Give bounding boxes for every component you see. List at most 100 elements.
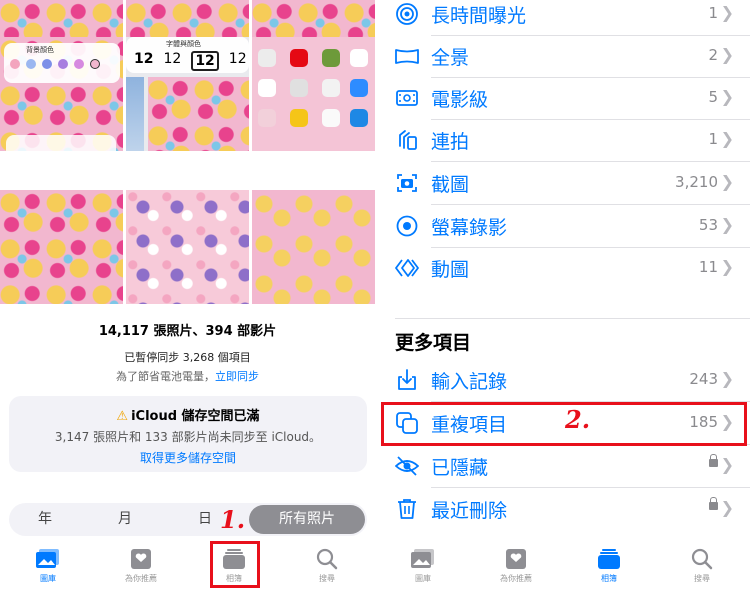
lock-icon: [709, 454, 718, 467]
burst-icon: [395, 128, 419, 152]
photo-library-icon: [410, 548, 436, 570]
photo-thumbnail-bg-color[interactable]: 背景顏色: [0, 37, 123, 151]
icloud-alert-title: ⚠ iCloud 儲存空間已滿: [9, 405, 367, 424]
media-type-label: 螢幕錄影: [431, 217, 508, 239]
more-item-label: 輸入記錄: [431, 371, 508, 393]
app-icon: [322, 109, 340, 127]
tab-library-label: 圖庫: [415, 574, 431, 583]
photo-thumbnail[interactable]: [126, 190, 249, 304]
app-icon: [350, 49, 368, 67]
media-type-row[interactable]: 長時間曝光 1 ❯: [375, 0, 750, 36]
app-icon: [322, 79, 340, 97]
for-you-icon: [503, 548, 529, 570]
tab-for-you[interactable]: 為你推薦: [101, 548, 181, 584]
lock-icon: [709, 497, 718, 510]
chevron-right-icon: ❯: [720, 3, 734, 22]
color-swatch: [90, 59, 100, 69]
chevron-right-icon: ❯: [720, 172, 734, 191]
tab-library[interactable]: 圖庫: [8, 548, 88, 584]
sync-reason: 為了節省電池電量，立即同步: [0, 368, 375, 384]
tab-search-label: 搜尋: [319, 574, 335, 583]
library-summary: 14,117 張照片、394 部影片 已暫停同步 3,268 個項目 為了節省電…: [0, 320, 375, 384]
albums-screen: 長時間曝光 1 ❯ 全景 2 ❯ 電影級 5 ❯ 連拍 1 ❯ 截圖 3,210…: [375, 0, 750, 600]
chevron-right-icon: ❯: [720, 45, 734, 64]
chevron-right-icon: ❯: [720, 498, 734, 517]
media-type-row[interactable]: 截圖 3,210 ❯: [375, 163, 750, 205]
segment-months[interactable]: 月: [105, 503, 145, 536]
clock-digit: 12: [163, 51, 182, 67]
chevron-right-icon: ❯: [720, 87, 734, 106]
media-type-label: 電影級: [431, 89, 489, 111]
library-screen: 背景顏色 字體與顏色 12 12 12 12 14,117 張照片、394 部影…: [0, 0, 375, 600]
search-icon: [314, 548, 340, 570]
media-type-row[interactable]: 動圖 11 ❯: [375, 248, 750, 290]
media-type-label: 截圖: [431, 174, 470, 196]
animated-icon: [395, 256, 419, 280]
segment-all-photos[interactable]: 所有照片: [249, 505, 365, 534]
tab-library-label: 圖庫: [40, 574, 56, 583]
media-type-count: 1: [708, 130, 718, 148]
section-separator: [395, 318, 750, 319]
app-icon: [290, 109, 308, 127]
row-separator: [431, 161, 750, 162]
albums-icon: [596, 548, 622, 570]
trash-icon: [395, 497, 419, 521]
tab-for-you-label: 為你推薦: [500, 574, 532, 583]
more-item-row[interactable]: 已隱藏 ❯: [375, 446, 750, 488]
media-type-row[interactable]: 全景 2 ❯: [375, 36, 750, 78]
photo-grid: 背景顏色 字體與顏色 12 12 12 12: [0, 0, 375, 304]
tab-search[interactable]: 搜尋: [287, 548, 367, 584]
annotation-highlight-duplicates: [381, 402, 747, 446]
icloud-storage-alert: ⚠ iCloud 儲存空間已滿 3,147 張照片和 133 部影片尚未同步至 i…: [9, 396, 367, 472]
sync-now-link[interactable]: 立即同步: [215, 370, 259, 383]
tab-albums-label: 相簿: [601, 574, 617, 583]
sync-reason-text: 為了節省電池電量，: [116, 370, 215, 383]
clock-font-card: 字體與顏色 12 12 12 12: [126, 37, 249, 73]
get-more-storage-link[interactable]: 取得更多儲存空間: [9, 449, 367, 466]
segment-years[interactable]: 年: [25, 503, 65, 536]
app-icon: [290, 79, 308, 97]
row-separator: [431, 487, 750, 488]
more-item-row[interactable]: 最近刪除 ❯: [375, 489, 750, 531]
tab-for-you[interactable]: 為你推薦: [476, 548, 556, 584]
clock-font-title: 字體與顏色: [166, 40, 201, 48]
tab-library[interactable]: 圖庫: [383, 548, 463, 584]
icloud-alert-title-text: iCloud 儲存空間已滿: [131, 409, 260, 424]
photo-thumbnail[interactable]: [252, 190, 375, 304]
media-type-row[interactable]: 連拍 1 ❯: [375, 120, 750, 162]
cinematic-icon: [395, 86, 419, 110]
media-type-label: 連拍: [431, 131, 470, 153]
chevron-right-icon: ❯: [720, 455, 734, 474]
photo-thumbnail-clock[interactable]: 字體與顏色 12 12 12 12: [126, 37, 249, 151]
panorama-icon: [395, 44, 419, 68]
chevron-right-icon: ❯: [720, 257, 734, 276]
bg-color-card: 背景顏色: [4, 43, 120, 83]
tab-search[interactable]: 搜尋: [662, 548, 742, 584]
tab-bar: 圖庫 為你推薦 相簿 搜尋: [0, 542, 375, 600]
for-you-icon: [128, 548, 154, 570]
media-type-count: 53: [698, 216, 718, 234]
pattern-preview: [148, 77, 249, 151]
color-swatch: [26, 59, 36, 69]
more-item-row[interactable]: 輸入記錄 243 ❯: [375, 360, 750, 402]
chevron-right-icon: ❯: [720, 215, 734, 234]
more-items-section-title: 更多項目: [395, 332, 472, 354]
widget-preview: [6, 135, 116, 151]
warning-icon: ⚠: [116, 409, 129, 424]
more-item-label: 最近刪除: [431, 500, 508, 522]
tab-for-you-label: 為你推薦: [125, 574, 157, 583]
tab-albums[interactable]: 相簿: [569, 548, 649, 584]
chevron-right-icon: ❯: [720, 129, 734, 148]
time-scope-segmented-control: 年 月 日 所有照片: [9, 503, 367, 536]
media-type-row[interactable]: 電影級 5 ❯: [375, 78, 750, 120]
photo-thumbnail-homescreen[interactable]: [252, 37, 375, 151]
photo-thumbnail[interactable]: [0, 190, 123, 304]
color-swatch: [10, 59, 20, 69]
screen-recording-icon: [395, 214, 419, 238]
search-icon: [689, 548, 715, 570]
gmail-app-icon: [258, 79, 276, 97]
media-type-row[interactable]: 螢幕錄影 53 ❯: [375, 206, 750, 248]
segment-days[interactable]: 日: [185, 503, 225, 536]
media-type-count: 11: [698, 258, 718, 276]
app-icon: [258, 109, 276, 127]
